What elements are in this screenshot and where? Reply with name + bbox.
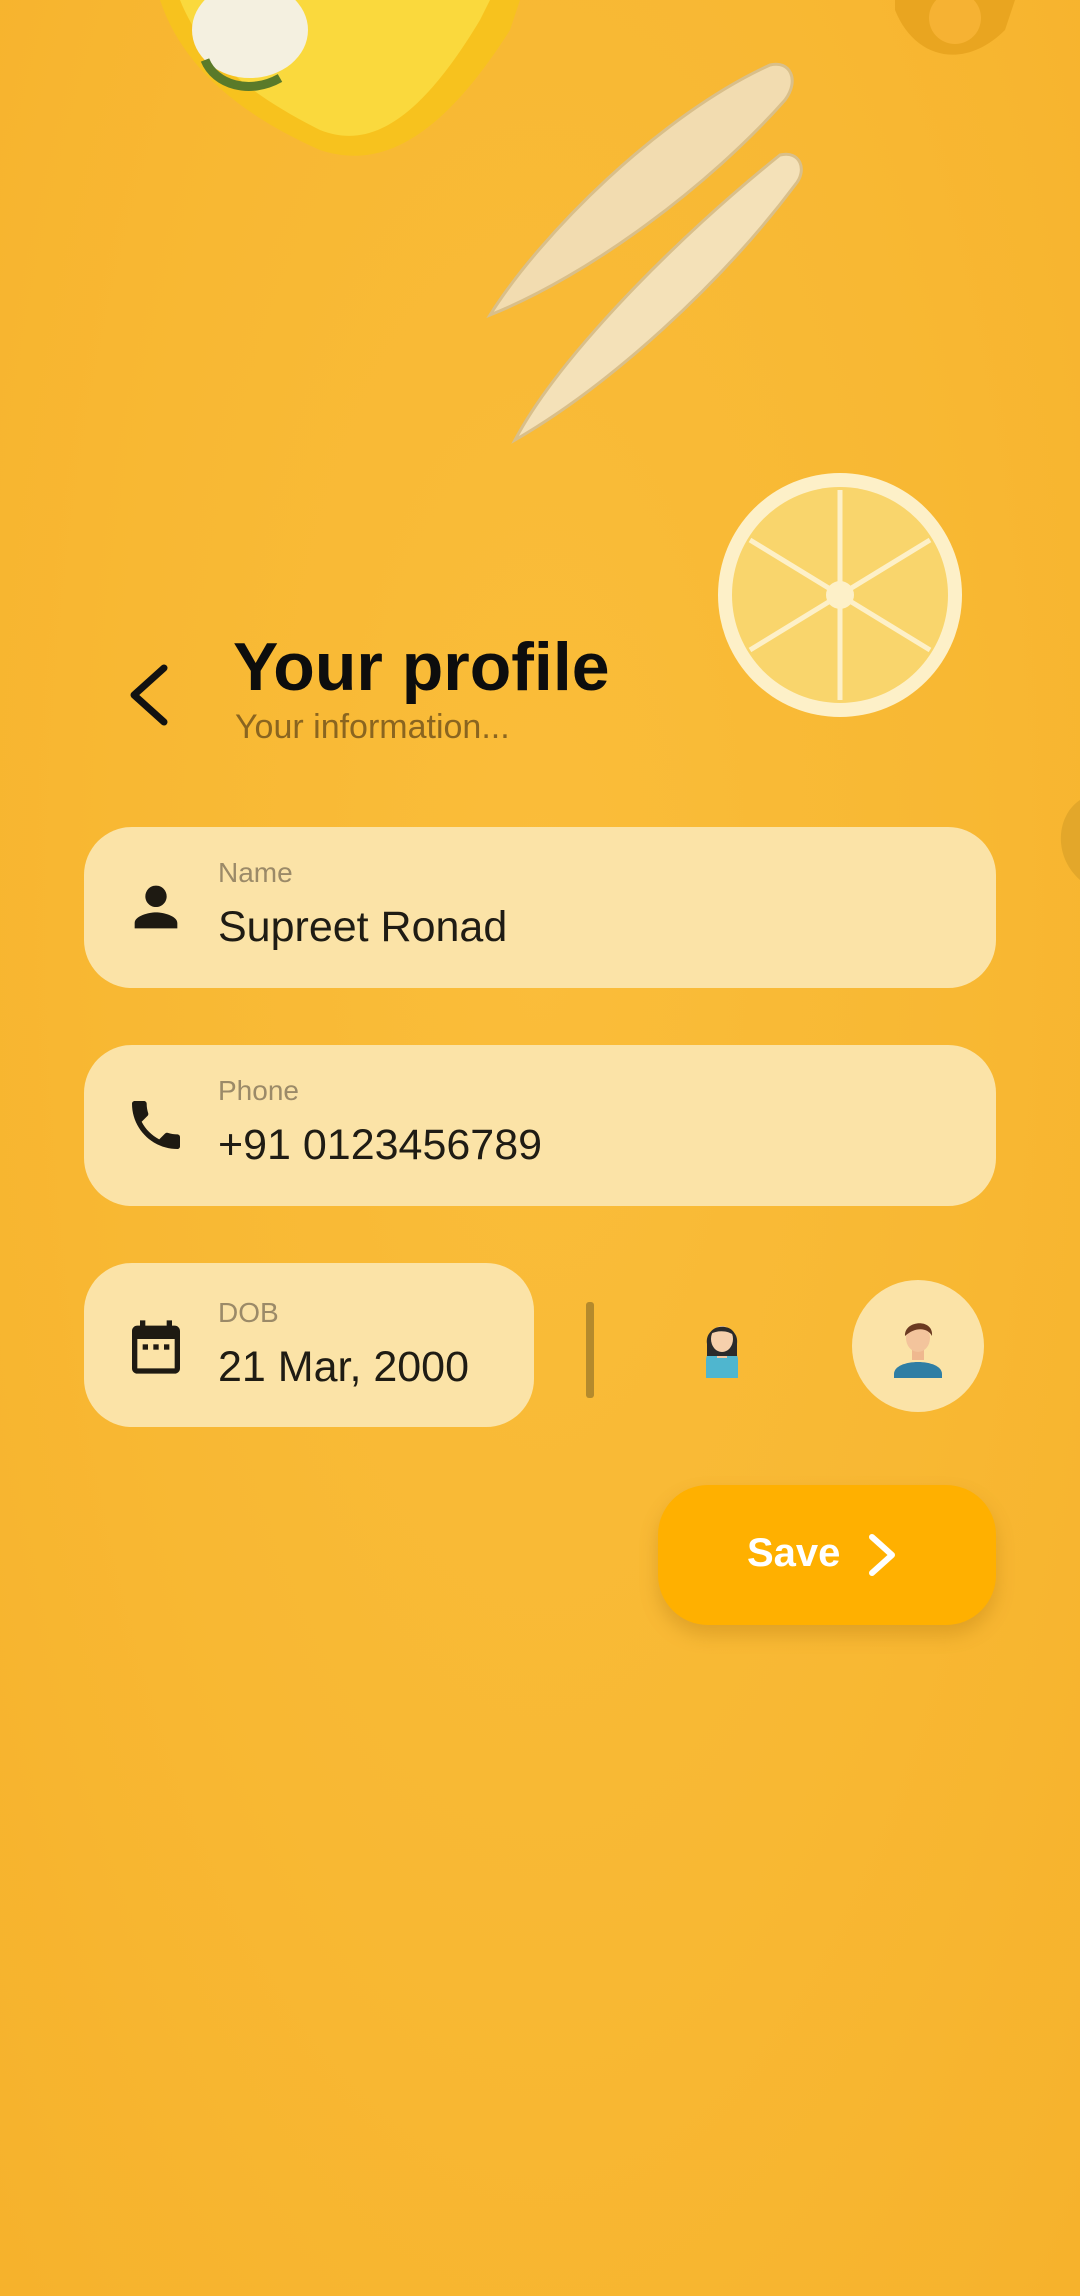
physalis-decoration-right <box>1060 800 1080 880</box>
name-value[interactable]: Supreet Ronad <box>218 903 507 952</box>
phone-field[interactable]: Phone +91 0123456789 <box>84 1045 996 1206</box>
dob-value[interactable]: 21 Mar, 2000 <box>218 1343 469 1392</box>
divider <box>586 1302 594 1398</box>
phone-icon <box>132 1101 180 1149</box>
chevron-right-icon <box>869 1534 895 1576</box>
calendar-icon <box>132 1320 180 1374</box>
save-label: Save <box>747 1531 841 1575</box>
header: Your profile Your information... <box>120 620 920 760</box>
save-button[interactable]: Save <box>658 1485 996 1625</box>
phone-label: Phone <box>218 1075 299 1106</box>
name-label: Name <box>218 857 293 888</box>
back-button[interactable] <box>120 660 180 730</box>
dob-field[interactable]: DOB 21 Mar, 2000 <box>84 1263 534 1427</box>
page-title: Your profile <box>233 629 610 705</box>
name-field[interactable]: Name Supreet Ronad <box>84 827 996 988</box>
phone-value[interactable]: +91 0123456789 <box>218 1121 542 1170</box>
person-icon <box>134 885 178 929</box>
gender-male-option[interactable] <box>852 1280 984 1412</box>
chevron-left-icon <box>130 664 168 726</box>
gender-female-option[interactable] <box>656 1280 788 1412</box>
dob-label: DOB <box>218 1297 279 1328</box>
page-subtitle: Your information... <box>235 708 510 746</box>
male-avatar-icon <box>894 1323 942 1378</box>
physalis-decoration <box>895 0 1015 55</box>
bell-pepper-decoration <box>160 0 520 156</box>
baby-corn-decoration <box>486 62 803 444</box>
female-avatar-icon <box>706 1326 738 1378</box>
